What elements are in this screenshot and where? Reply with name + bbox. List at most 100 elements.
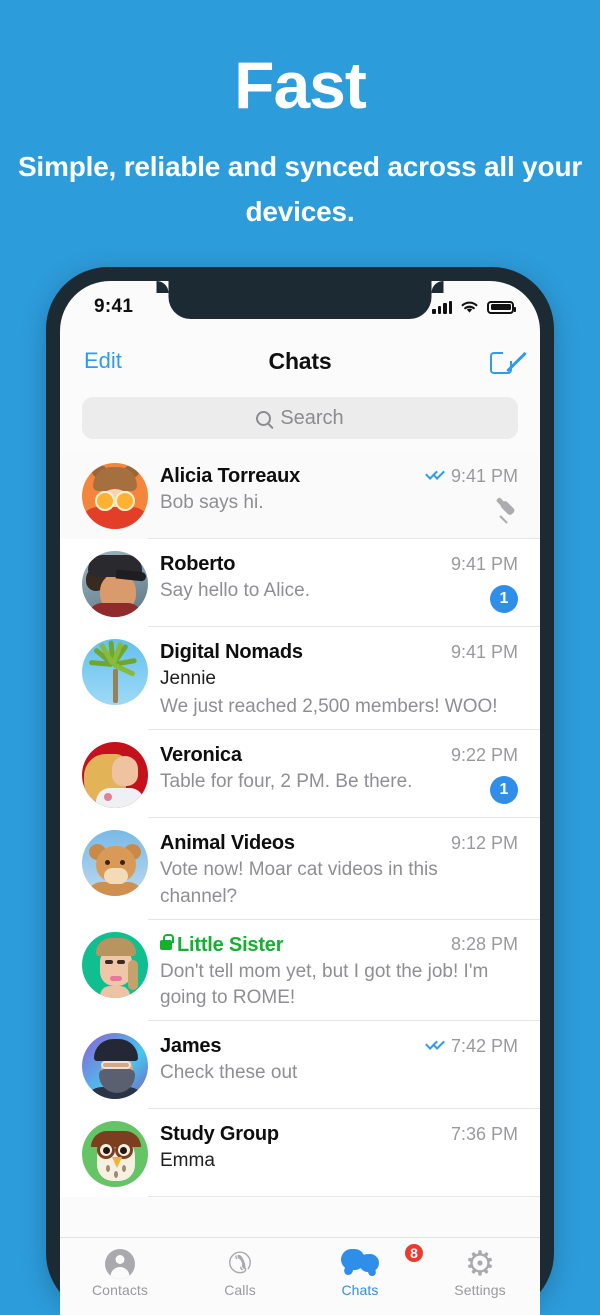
chat-time: 7:36 PM [450,1124,518,1145]
unread-badge-wrap: 1 [490,585,518,613]
chat-meta: 7:42 PM [419,1036,518,1057]
tab-label: Settings [454,1282,506,1298]
chat-title: Study Group [160,1123,279,1146]
chat-list-item[interactable]: Roberto 9:41 PM Say hello to Alice. 1 [60,539,540,627]
pin-icon [496,499,518,525]
chat-title: James [160,1035,221,1058]
chat-title: Digital Nomads [160,641,303,664]
chat-title-text: Study Group [160,1123,279,1146]
avatar [82,1121,148,1188]
phone-screen: 9:41 Edit Chats Search Alicia Torreaux 9… [60,281,540,1315]
chat-header-row: Animal Videos 9:12 PM [160,832,518,855]
chat-meta: 7:36 PM [443,1124,518,1145]
chat-list-item[interactable]: Alicia Torreaux 9:41 PM Bob says hi. [60,451,540,539]
status-time: 9:41 [94,296,134,317]
hero-subtitle: Simple, reliable and synced across all y… [17,151,583,228]
chat-time: 9:12 PM [450,833,518,854]
tab-label: Chats [341,1282,379,1298]
search-container: Search [60,389,540,451]
chat-time: 9:41 PM [450,465,518,486]
tab-label: Contacts [91,1282,149,1298]
chat-header-row: James 7:42 PM [160,1035,518,1058]
chat-list-item[interactable]: Little Sister 8:28 PM Don't tell mom yet… [60,919,540,1022]
pin-wrap [496,499,518,525]
chat-title: Little Sister [160,933,284,957]
chat-title-text: Animal Videos [160,832,295,855]
chat-preview: Vote now! Moar cat videos in this channe… [160,859,438,907]
chat-title: Veronica [160,744,242,767]
chat-time: 9:22 PM [450,745,518,766]
chat-header-row: Digital Nomads 9:41 PM [160,641,518,664]
avatar [82,463,148,529]
chat-title-text: Little Sister [177,933,284,956]
read-receipt-icon [425,467,446,482]
chat-title-text: Veronica [160,744,242,767]
status-icons [432,300,516,314]
lock-icon [160,934,174,951]
chat-body: Alicia Torreaux 9:41 PM Bob says hi. [160,463,518,529]
chat-body: Digital Nomads 9:41 PM Jennie We just re… [160,639,518,720]
chat-title-text: Alicia Torreaux [160,465,301,487]
avatar [82,931,148,998]
tab-contacts[interactable]: Contacts [60,1247,180,1298]
chat-body: Roberto 9:41 PM Say hello to Alice. [160,551,518,617]
chats-icon: 8 [300,1242,425,1281]
avatar [82,830,148,897]
chat-meta: 9:22 PM [443,745,518,766]
search-input[interactable]: Search [82,397,518,439]
contacts-icon [60,1247,180,1281]
chat-preview: Table for four, 2 PM. Be there. [160,771,413,793]
chat-list-item[interactable]: James 7:42 PM Check these out [60,1021,540,1110]
tab-bar[interactable]: Contacts Calls 8 Chats Settings [60,1237,540,1315]
chat-header-row: Alicia Torreaux 9:41 PM [160,465,518,488]
chat-meta: 8:28 PM [443,934,518,955]
chat-list[interactable]: Alicia Torreaux 9:41 PM Bob says hi. Rob… [60,451,540,1198]
nav-bar: Edit Chats [60,333,540,389]
chat-sender: Jennie [160,668,216,689]
chat-body: Animal Videos 9:12 PM Vote now! Moar cat… [160,830,518,909]
chat-time: 7:42 PM [450,1035,518,1056]
tab-chats[interactable]: 8 Chats [300,1242,425,1298]
chat-preview: Don't tell mom yet, but I got the job! I… [160,960,489,1009]
chat-list-item[interactable]: Digital Nomads 9:41 PM Jennie We just re… [60,627,540,731]
hero-title: Fast [234,48,367,122]
chat-body: Study Group 7:36 PM Emma [160,1121,518,1187]
chat-list-item[interactable]: Study Group 7:36 PM Emma [60,1109,540,1198]
chat-time: 9:41 PM [450,554,518,574]
battery-icon [487,300,516,314]
unread-badge: 1 [490,776,518,805]
chat-title-text: Digital Nomads [160,641,303,663]
chat-title: Animal Videos [160,832,295,855]
chat-title-text: Roberto [160,553,236,575]
tab-settings[interactable]: Settings [420,1247,540,1298]
chat-preview: We just reached 2,500 members! WOO! [160,696,498,718]
compose-cut [503,348,516,361]
search-icon [256,410,272,426]
chat-title-text: James [160,1035,222,1058]
chat-meta: 9:41 PM [443,642,518,663]
wifi-icon [461,301,478,313]
phone-icon [180,1247,300,1281]
chat-header-row: Little Sister 8:28 PM [160,934,518,957]
avatar [82,639,148,705]
compose-icon[interactable] [490,348,527,374]
chat-title: Alicia Torreaux [160,465,300,488]
chat-preview: Check these out [160,1062,298,1084]
chat-header-row: Veronica 9:22 PM [160,744,518,767]
cellular-icon [432,300,452,314]
chat-list-item[interactable]: Veronica 9:22 PM Table for four, 2 PM. B… [60,730,540,819]
chat-body: Little Sister 8:28 PM Don't tell mom yet… [160,932,518,1011]
page-title: Chats [268,347,332,374]
avatar [82,551,148,617]
phone-mockup: 9:41 Edit Chats Search Alicia Torreaux 9… [46,267,554,1315]
tab-label: Calls [224,1282,256,1298]
gear-icon [420,1247,540,1281]
chat-body: Veronica 9:22 PM Table for four, 2 PM. B… [160,742,518,808]
chat-time: 8:28 PM [450,934,518,955]
chat-sender: Emma [160,1150,215,1172]
tab-calls[interactable]: Calls [180,1247,300,1298]
chat-time: 9:41 PM [450,642,518,662]
chat-meta: 9:41 PM [419,466,518,487]
chat-list-item[interactable]: Animal Videos 9:12 PM Vote now! Moar cat… [60,818,540,921]
tab-badge: 8 [403,1242,425,1264]
